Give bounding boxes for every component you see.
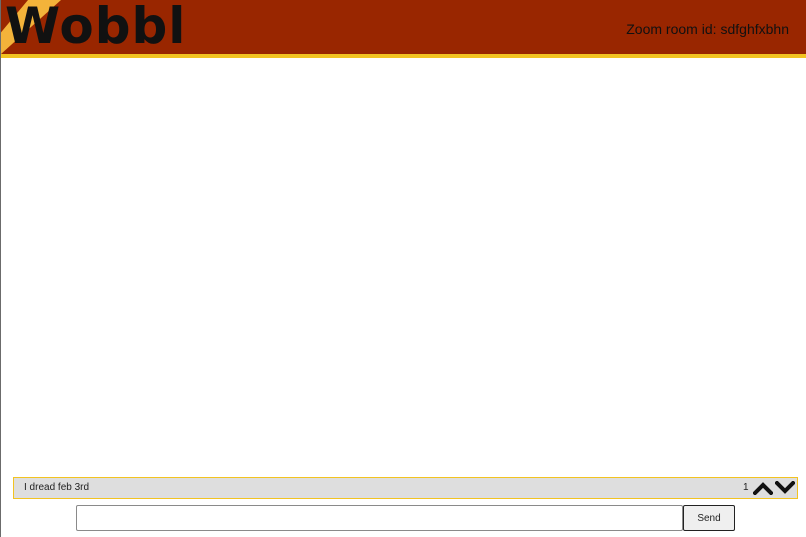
chevron-up-icon [753,482,773,495]
message-area [1,58,806,474]
vote-count: 1 [743,482,749,493]
chevron-down-icon [775,481,795,494]
send-button[interactable]: Send [683,505,735,531]
app-header: Wobbl Zoom room id: sdfghfxbhn [1,0,806,54]
message-item: I dread feb 3rd 1 [13,477,798,499]
upvote-button[interactable] [752,479,774,497]
app-logo: Wobbl [5,0,187,54]
room-id-label: Zoom room id: [626,21,717,37]
downvote-button[interactable] [774,479,796,497]
room-id-value: sdfghfxbhn [720,21,790,37]
message-input[interactable] [76,505,683,531]
message-text: I dread feb 3rd [24,482,90,493]
app-window: Wobbl Zoom room id: sdfghfxbhn I dread fe… [0,0,806,537]
room-id-display: Zoom room id: sdfghfxbhn [626,21,789,37]
composer: Send [76,505,736,531]
